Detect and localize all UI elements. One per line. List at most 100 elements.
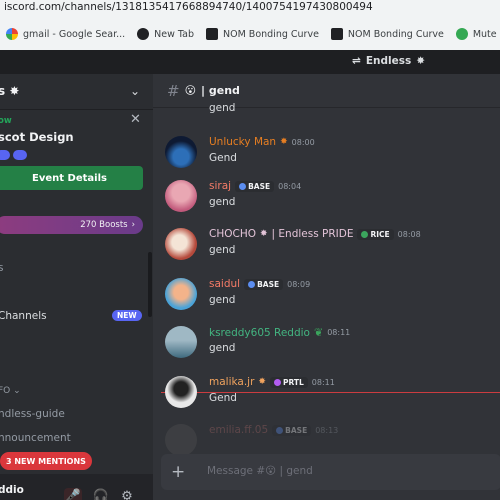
new-mentions-badge[interactable]: 3 NEW MENTIONS <box>0 452 92 470</box>
bookmark-mute-switch[interactable]: Mute Switch <box>450 28 500 40</box>
chevron-down-icon[interactable]: ⌄ <box>130 84 140 98</box>
sidebar-channels[interactable]: Channels <box>0 310 47 322</box>
avatar[interactable] <box>165 136 197 168</box>
tag-icon <box>239 182 247 190</box>
message-text: Gend <box>209 392 237 404</box>
message-author[interactable]: siraj <box>209 180 231 192</box>
url-bar[interactable]: iscord.com/channels/1318135417668894740/… <box>0 0 500 16</box>
event-title: scot Design <box>0 130 74 144</box>
message-header: saidul BASE 08:09 <box>209 278 310 290</box>
tag-icon <box>248 280 256 288</box>
mute-mic-icon[interactable]: 🎤 <box>64 488 82 500</box>
server-icon: ⇌ <box>352 55 361 67</box>
title-server: ⇌ Endless ✸ <box>352 55 425 67</box>
bookmark-label: NOM Bonding Curve <box>347 28 444 40</box>
message-author[interactable]: CHOCHO <box>209 228 256 240</box>
message-header: Unlucky Man ✸ 08:00 <box>209 136 315 148</box>
server-name: s ✸ <box>0 84 20 98</box>
event-card: ow ✕ scot Design Event Details <box>0 112 150 202</box>
message: malika.jr ✸ PRTL 08:11 Gend <box>165 376 495 416</box>
guild-tag: BASE <box>244 278 284 290</box>
chat-area: # 😮 | gend gend Unlucky Man ✸ 08:00 Gend… <box>153 74 500 500</box>
headphones-icon[interactable]: 🎧 <box>92 488 110 500</box>
sidebar-scrollbar[interactable] <box>148 252 152 317</box>
message-time: 08:00 <box>291 137 315 147</box>
event-status: ow <box>0 116 12 126</box>
message-author[interactable]: ksreddy605 Reddio <box>209 327 310 339</box>
title-bar: ⇌ Endless ✸ <box>0 50 500 74</box>
message-header: malika.jr ✸ PRTL 08:11 <box>209 376 335 388</box>
message-time: 08:04 <box>278 181 302 191</box>
guild-tag: RICE <box>357 228 394 240</box>
username: ddio <box>0 484 24 496</box>
message-text: gend <box>209 294 236 306</box>
message-time: 08:13 <box>315 425 339 435</box>
sparkle-icon: ✸ <box>259 229 268 239</box>
message-author[interactable]: Unlucky Man <box>209 136 276 148</box>
guild-tag: PRTL <box>269 376 308 388</box>
bookmark-label: NOM Bonding Curve <box>223 28 319 40</box>
message-author[interactable]: saidul <box>209 278 240 290</box>
chevron-right-icon: › <box>131 220 135 230</box>
guild-tag: BASE <box>272 424 312 436</box>
sidebar-category[interactable]: FO ⌄ <box>0 386 21 396</box>
bookmark-nom-2[interactable]: NOM Bonding Curve <box>325 28 450 40</box>
message: ksreddy605 Reddio ❦ 08:11 gend <box>165 326 495 366</box>
event-tag <box>13 150 27 160</box>
nom-icon <box>206 28 218 40</box>
message-header: ksreddy605 Reddio ❦ 08:11 <box>209 326 350 339</box>
avatar[interactable] <box>165 376 197 408</box>
message: saidul BASE 08:09 gend <box>165 278 495 318</box>
sidebar-channel-guide[interactable]: ndless-guide <box>0 408 65 420</box>
sparkle-icon: ✸ <box>280 137 288 147</box>
discord-app: ⇌ Endless ✸ s ✸ ⌄ ow ✕ scot Design Event… <box>0 50 500 500</box>
message-text: gend <box>209 342 236 354</box>
message-text: Gend <box>209 152 237 164</box>
leaf-icon: ❦ <box>313 326 324 339</box>
message-header: emilia.ff.05 BASE 08:13 <box>209 424 338 436</box>
message: CHOCHO ✸ | Endless PRIDE RICE 08:08 gend <box>165 228 495 268</box>
sidebar-channel-announcement[interactable]: nnouncement <box>0 432 71 444</box>
channel-sidebar: s ✸ ⌄ ow ✕ scot Design Event Details 270… <box>0 74 153 500</box>
message-time: 08:09 <box>287 279 311 289</box>
sidebar-row[interactable]: s <box>0 262 3 274</box>
message-text: gend <box>209 196 236 208</box>
message-text: gend <box>209 102 236 114</box>
message-time: 08:11 <box>311 377 335 387</box>
server-header[interactable]: s ✸ ⌄ <box>0 74 153 110</box>
message-text: gend <box>209 244 236 256</box>
message-input[interactable]: Message #😮 | gend <box>207 465 313 477</box>
mute-icon <box>455 28 468 40</box>
google-icon <box>6 28 18 40</box>
bookmark-label: Mute Switch <box>472 28 500 40</box>
close-icon[interactable]: ✕ <box>130 112 141 127</box>
message-composer[interactable]: + Message #😮 | gend <box>161 454 500 490</box>
bookmark-nom-1[interactable]: NOM Bonding Curve <box>200 28 325 40</box>
avatar[interactable] <box>165 424 197 456</box>
bookmark-gmail[interactable]: gmail - Google Sear... <box>0 28 131 40</box>
browser-chrome: iscord.com/channels/1318135417668894740/… <box>0 0 500 50</box>
event-details-button[interactable]: Event Details <box>0 166 143 190</box>
boosts-bar[interactable]: 270 Boosts › <box>0 216 143 234</box>
avatar[interactable] <box>165 228 197 260</box>
avatar[interactable] <box>165 326 197 358</box>
guild-tag: BASE <box>235 180 275 192</box>
event-tags <box>0 150 27 160</box>
message-header: CHOCHO ✸ | Endless PRIDE RICE 08:08 <box>209 228 421 240</box>
title-server-name: Endless <box>365 55 412 67</box>
new-badge: NEW <box>112 310 142 321</box>
tag-icon <box>273 378 281 386</box>
hash-icon: # <box>167 81 180 100</box>
add-attachment-icon[interactable]: + <box>171 462 185 482</box>
avatar[interactable] <box>165 180 197 212</box>
message-author[interactable]: emilia.ff.05 <box>209 424 268 436</box>
globe-icon <box>137 28 150 40</box>
message-time: 08:08 <box>397 229 421 239</box>
gear-icon[interactable]: ⚙ <box>118 488 136 500</box>
message-author[interactable]: malika.jr <box>209 376 254 388</box>
bookmark-new-tab[interactable]: New Tab <box>131 28 200 40</box>
avatar[interactable] <box>165 278 197 310</box>
bookmark-label: gmail - Google Sear... <box>23 28 126 40</box>
user-panel: ddio 🎤 🎧 ⚙ <box>0 474 153 500</box>
channel-name: | gend <box>201 84 240 97</box>
